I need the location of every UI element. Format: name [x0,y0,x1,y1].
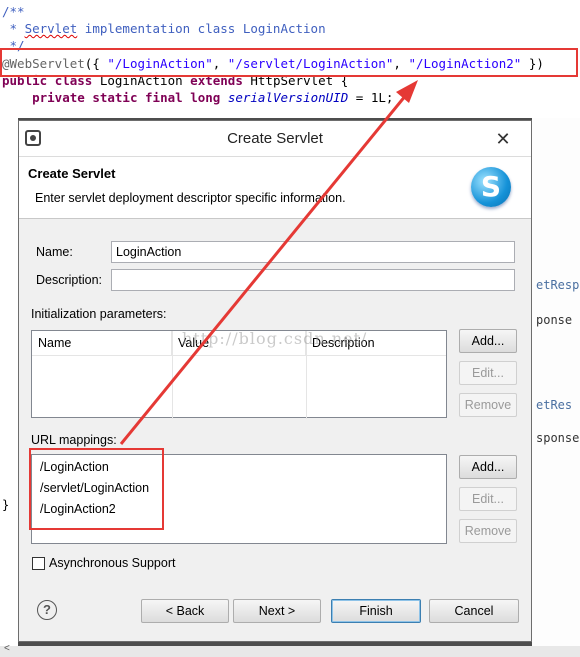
code-line-1: /** [2,3,25,20]
code-brace: } [2,498,10,512]
code-line-2: * Servlet implementation class LoginActi… [2,20,326,37]
finish-button[interactable]: Finish [331,599,421,623]
editor-left-gutter: } [0,118,18,646]
name-label: Name: [36,245,73,259]
field-assign: = 1L; [348,90,394,105]
next-button[interactable]: Next > [233,599,321,623]
code-fragment-1: etResp [536,278,580,292]
kw-long: long [190,90,221,105]
wizard-description: Enter servlet deployment descriptor spec… [35,191,346,205]
code-fragment-2: ponse [536,313,573,327]
help-icon[interactable]: ? [37,600,57,620]
init-edit-button[interactable]: Edit... [459,361,517,385]
create-servlet-dialog: Create Servlet ✕ Create Servlet Enter se… [18,120,532,642]
name-field[interactable]: LoginAction [111,241,515,263]
annotation-highlight-box [0,48,578,77]
code-fragment-3: etRes [536,398,573,412]
kw-private: private [32,90,85,105]
url-edit-button[interactable]: Edit... [459,487,517,511]
header-divider [32,355,446,356]
async-support-checkbox[interactable] [32,557,45,570]
code-editor[interactable]: /** * Servlet implementation class Login… [0,0,580,122]
init-params-table-body[interactable]: Name Value Description http://blog.csdn.… [31,329,447,419]
init-params-label: Initialization parameters: [31,307,167,321]
description-field[interactable] [111,269,515,291]
init-add-button[interactable]: Add... [459,329,517,353]
close-icon[interactable]: ✕ [481,127,525,151]
col-name[interactable]: Name [32,331,172,355]
field-name: serialVersionUID [227,90,349,105]
description-label: Description: [36,273,102,287]
url-remove-button[interactable]: Remove [459,519,517,543]
kw-final: final [145,90,183,105]
url-mappings-label: URL mappings: [31,433,117,447]
wizard-header: Create Servlet [28,166,116,181]
scroll-left-icon[interactable]: < [4,643,10,654]
editor-right-fragment: etResp ponse etRes sponse [532,118,580,657]
back-button[interactable]: < Back [141,599,229,623]
comment-word: Servlet [24,21,78,36]
comment-open: /** [2,4,25,19]
watermark: http://blog.csdn.net/ [182,329,368,348]
kw-static: static [92,90,138,105]
async-support-label[interactable]: Asynchronous Support [49,556,175,570]
url-add-button[interactable]: Add... [459,455,517,479]
url-mappings-highlight-box [29,448,164,530]
init-remove-button[interactable]: Remove [459,393,517,417]
editor-scrollbar[interactable]: < [0,643,580,657]
wizard-banner: Create Servlet Enter servlet deployment … [19,157,531,219]
dialog-titlebar[interactable]: Create Servlet ✕ [19,121,531,157]
code-line-field: private static final long serialVersionU… [2,89,393,106]
comment-prefix: * [2,21,25,36]
cancel-button[interactable]: Cancel [429,599,519,623]
col-divider [172,331,173,419]
code-fragment-4: sponse [536,431,580,445]
servlet-logo-icon: S [471,167,511,207]
comment-text: implementation class LoginAction [77,21,326,36]
dialog-title: Create Servlet [227,130,323,147]
